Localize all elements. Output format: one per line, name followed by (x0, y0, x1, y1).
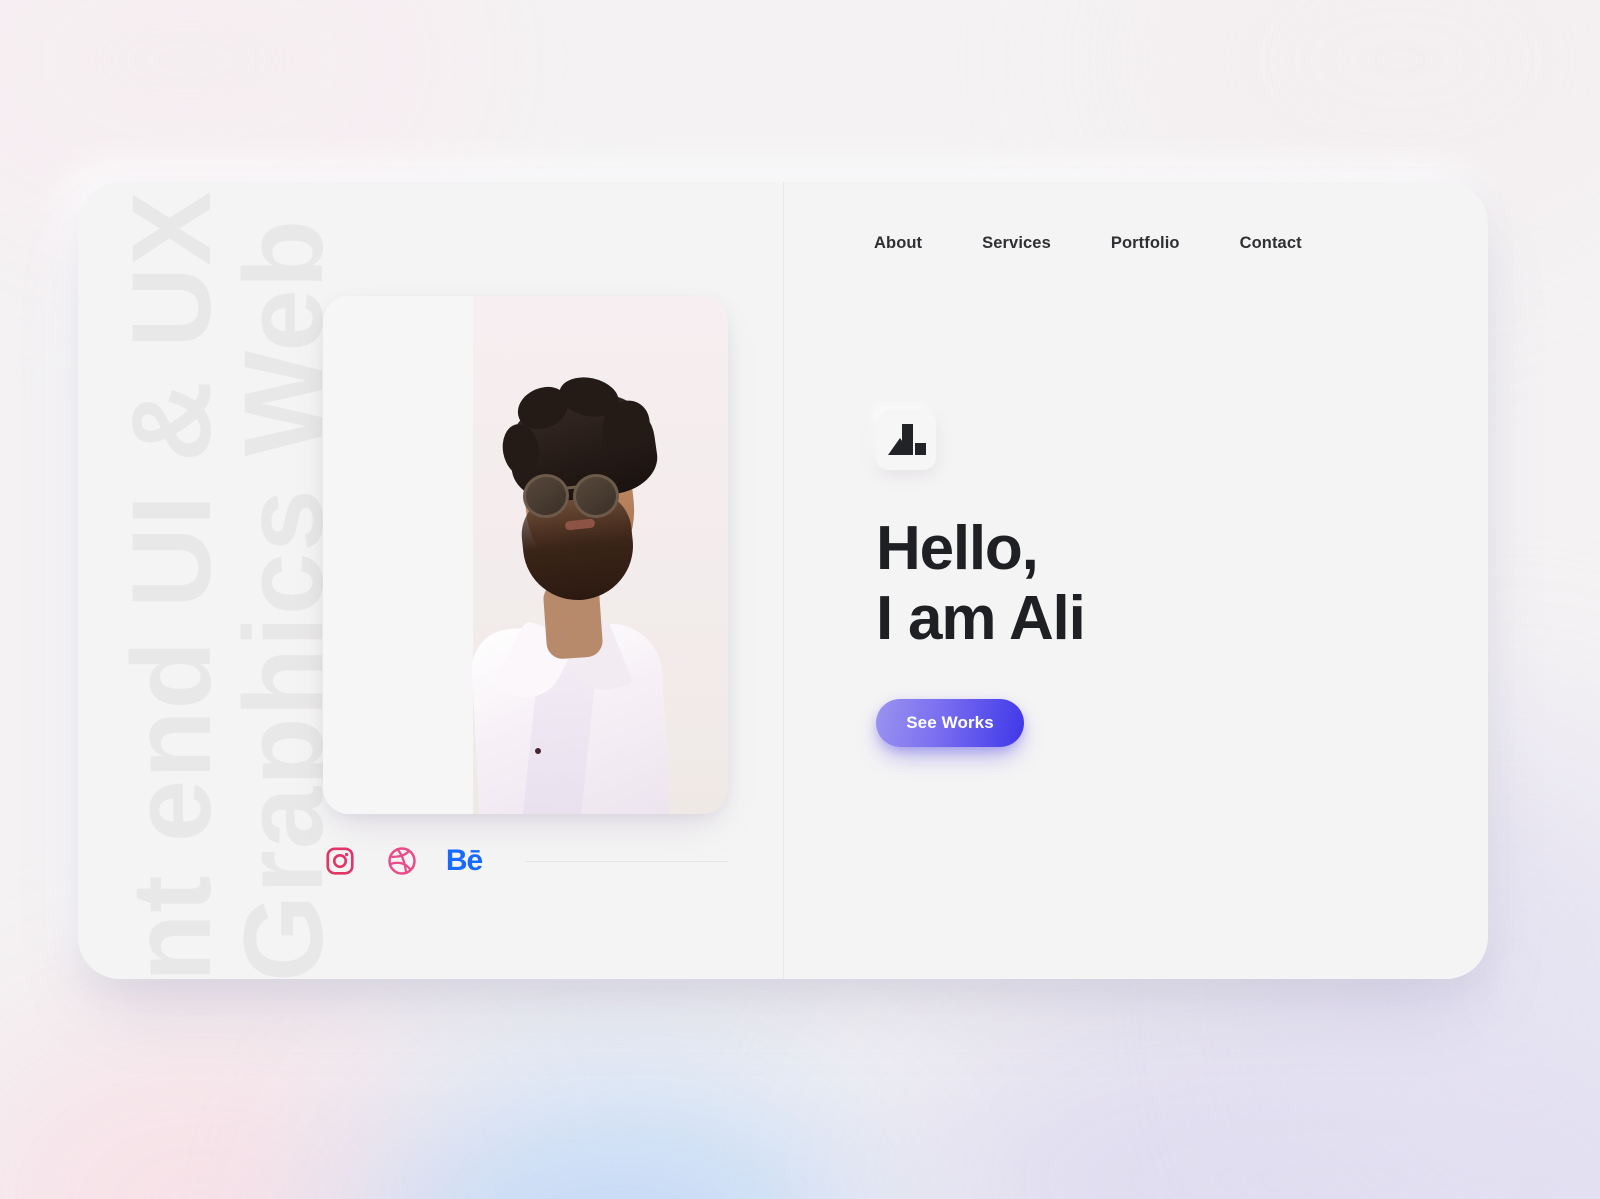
see-works-button[interactable]: See Works (876, 699, 1024, 747)
behance-label: Bē (445, 844, 483, 877)
instagram-icon[interactable] (323, 844, 357, 878)
logo-square-shape (915, 443, 926, 455)
portrait-shirt-button (535, 748, 541, 754)
photo-band-left (323, 296, 473, 814)
left-panel: Bē (78, 182, 783, 979)
nav-item-about[interactable]: About (874, 234, 922, 253)
dribbble-icon[interactable] (385, 844, 419, 878)
page-title: Hello, I am Ali (876, 514, 1086, 654)
nav-item-services[interactable]: Services (982, 234, 1051, 253)
logo-bar-shape (902, 424, 913, 455)
bar-chart-logo-icon (876, 410, 936, 470)
social-divider-rule (525, 860, 728, 862)
behance-icon[interactable]: Bē (445, 844, 483, 878)
right-panel: About Services Portfolio Contact Hello, … (784, 182, 1488, 979)
portrait-photo-card (323, 296, 728, 814)
hero-card: nt end UI & UX Graphics Web Bē About Ser… (78, 182, 1488, 979)
background-blob-blue-bottom (360, 1080, 880, 1199)
nav-item-portfolio[interactable]: Portfolio (1111, 234, 1180, 253)
hero-greeting: Hello, (876, 514, 1039, 583)
social-links-row: Bē (323, 844, 728, 878)
hero-name: I am Ali (876, 584, 1086, 654)
main-nav: About Services Portfolio Contact (874, 234, 1302, 253)
nav-item-contact[interactable]: Contact (1240, 234, 1302, 253)
portrait-illustration (469, 296, 728, 814)
